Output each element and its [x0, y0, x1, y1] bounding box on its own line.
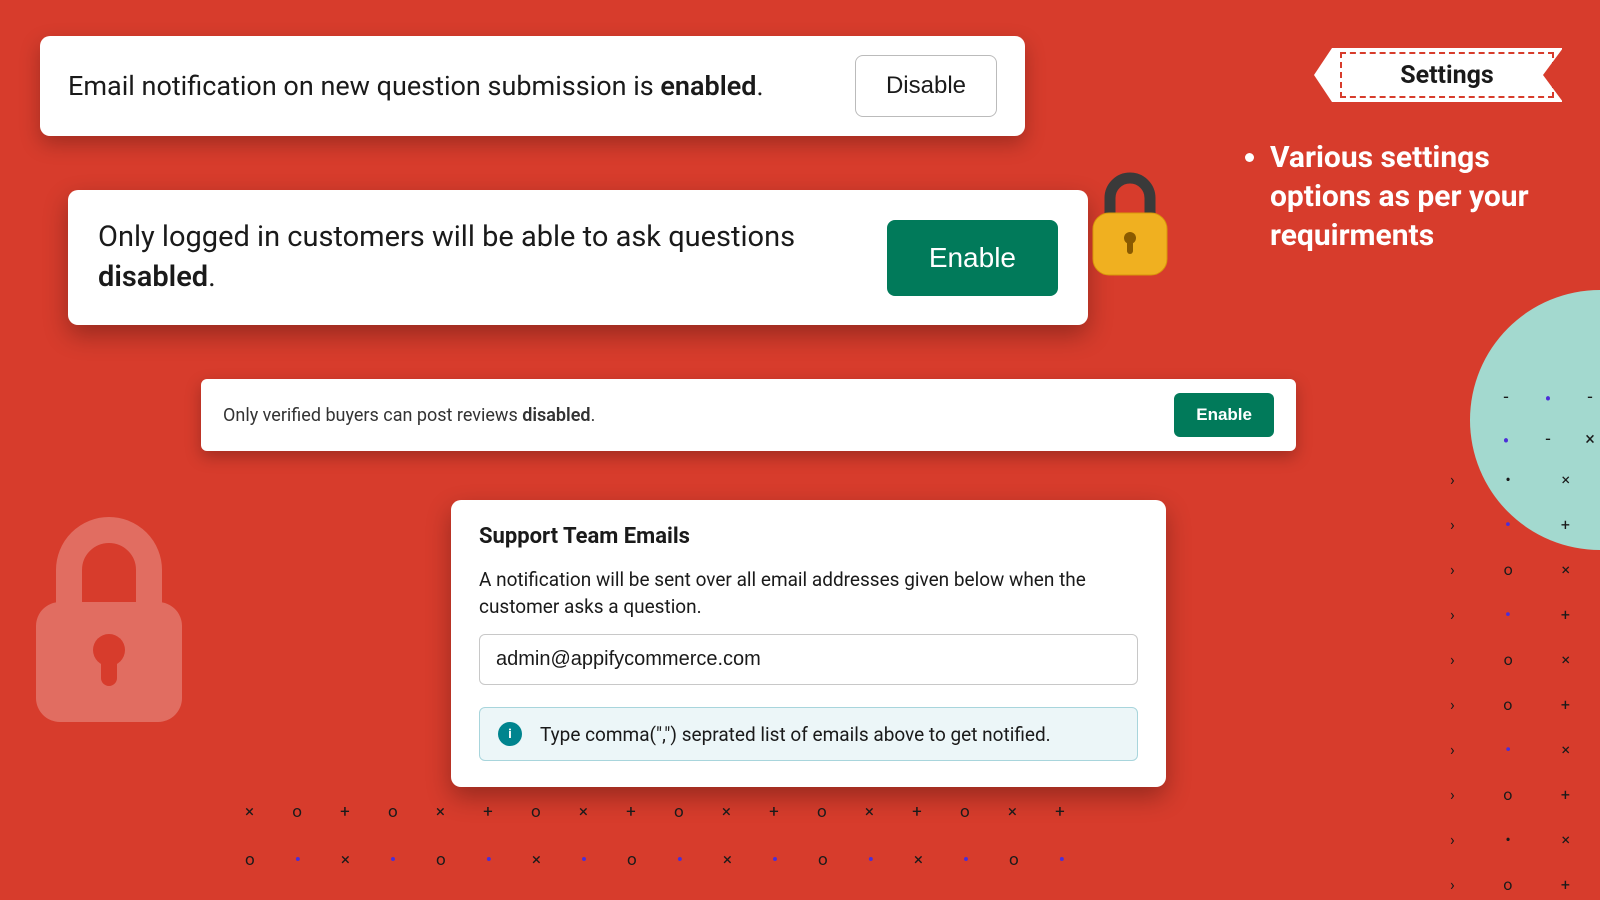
verified-buyers-text: Only verified buyers can post reviews di…: [223, 405, 595, 426]
bullet-item: Various settings options as per your req…: [1270, 138, 1562, 255]
text: .: [591, 405, 596, 426]
lock-icon: [1085, 168, 1175, 287]
disable-button[interactable]: Disable: [855, 55, 997, 117]
support-emails-input[interactable]: [479, 634, 1138, 685]
status-disabled: disabled: [522, 405, 590, 426]
lock-watermark-icon: [24, 510, 194, 734]
info-banner: i Type comma(",") seprated list of email…: [479, 707, 1138, 761]
logged-in-text: Only logged in customers will be able to…: [98, 218, 795, 296]
support-emails-title: Support Team Emails: [479, 524, 1138, 549]
info-text: Type comma(",") seprated list of emails …: [540, 723, 1051, 746]
text: Only verified buyers can post reviews: [223, 405, 522, 426]
verified-buyers-card: Only verified buyers can post reviews di…: [201, 379, 1296, 451]
settings-ribbon: Settings: [1332, 48, 1562, 102]
text: .: [756, 70, 763, 102]
email-notification-card: Email notification on new question submi…: [40, 36, 1025, 136]
enable-button[interactable]: Enable: [887, 220, 1058, 296]
status-enabled: enabled: [660, 70, 756, 102]
status-disabled: disabled: [98, 260, 208, 294]
email-notification-text: Email notification on new question submi…: [68, 70, 764, 102]
support-emails-description: A notification will be sent over all ema…: [479, 567, 1138, 620]
ribbon-label: Settings: [1400, 61, 1494, 90]
enable-button[interactable]: Enable: [1174, 393, 1274, 437]
support-emails-card: Support Team Emails A notification will …: [451, 500, 1166, 787]
text: .: [208, 260, 216, 294]
bullet-list: Various settings options as per your req…: [1242, 138, 1562, 255]
text: Only logged in customers will be able to…: [98, 220, 795, 254]
text: Email notification on new question submi…: [68, 70, 660, 102]
info-icon: i: [498, 722, 522, 746]
logged-in-customers-card: Only logged in customers will be able to…: [68, 190, 1088, 325]
decorative-pattern-right: ›•× ›•+ ›o× ›•+ ›o× ›o+ ›•× ›o+ ›•× ›o+: [1450, 470, 1570, 894]
decorative-pattern-bottom: ×o+o×+o×+o×+o×+o×+ o•×•o•×•o•×•o•×•o•: [245, 802, 1065, 870]
